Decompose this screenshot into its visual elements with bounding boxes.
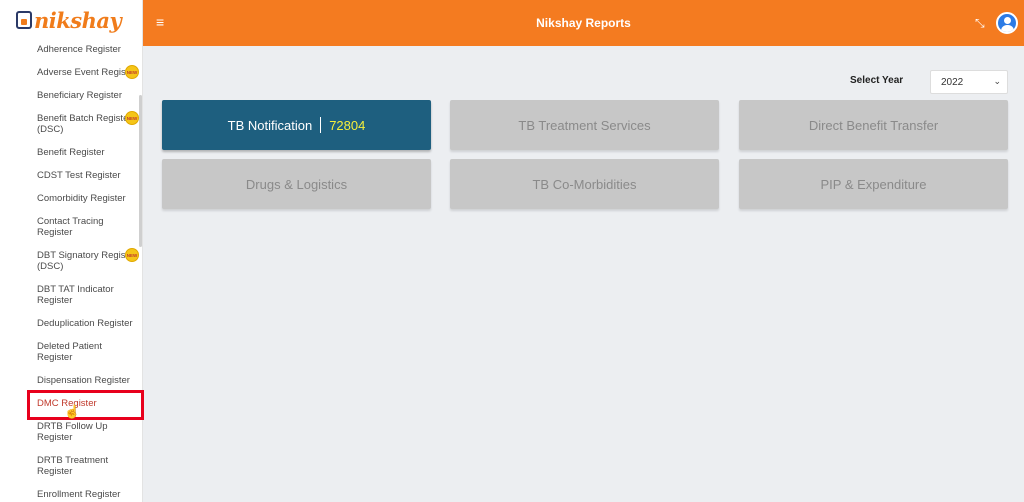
tile-tb-treatment-services[interactable]: TB Treatment Services	[450, 100, 719, 150]
sidebar-item-adverse-event-register[interactable]: Adverse Event Register	[37, 67, 137, 78]
sidebar-item-contact-tracing-register[interactable]: Contact Tracing Register	[37, 216, 137, 238]
sidebar-item-beneficiary-register[interactable]: Beneficiary Register	[37, 90, 137, 101]
hand-cursor-icon: ☝	[64, 404, 81, 419]
sidebar-item-dbt-tat-indicator-register[interactable]: DBT TAT Indicator Register	[37, 284, 137, 306]
tile-label: PIP & Expenditure	[820, 176, 927, 192]
header-bar: ≡ Nikshay Reports ⤡	[143, 0, 1024, 46]
sidebar-item-drtb-treatment-register[interactable]: DRTB Treatment Register	[37, 455, 137, 477]
tile-label: TB Co-Morbidities	[532, 176, 637, 192]
tile-label: TB Treatment Services	[518, 117, 651, 133]
sidebar-item-benefit-batch-register[interactable]: Benefit Batch Register (DSC)	[37, 113, 137, 135]
new-badge: NEW	[125, 65, 139, 79]
tile-tb-co-morbidities[interactable]: TB Co-Morbidities	[450, 159, 719, 209]
sidebar-item-enrollment-register[interactable]: Enrollment Register	[37, 489, 137, 500]
sidebar-item-dispensation-register[interactable]: Dispensation Register	[37, 375, 137, 386]
sidebar-item-benefit-register[interactable]: Benefit Register	[37, 147, 137, 158]
tile-tb-notification[interactable]: TB Notification 72804	[162, 100, 431, 150]
sidebar: nikshay Adherence Register Adverse Event…	[0, 0, 143, 502]
year-select[interactable]: 2022 ⌄	[930, 70, 1008, 94]
sidebar-item-comorbidity-register[interactable]: Comorbidity Register	[37, 193, 137, 204]
sidebar-item-adherence-register[interactable]: Adherence Register	[37, 44, 137, 55]
tile-label: TB Notification	[227, 117, 313, 133]
tile-pip-expenditure[interactable]: PIP & Expenditure	[739, 159, 1008, 209]
sidebar-item-deleted-patient-register[interactable]: Deleted Patient Register	[37, 341, 137, 363]
tile-count: 72804	[329, 117, 366, 133]
tile-label: Direct Benefit Transfer	[808, 117, 939, 133]
fullscreen-icon[interactable]: ⤡	[975, 16, 985, 31]
tile-divider	[320, 117, 322, 133]
tile-label: Drugs & Logistics	[245, 176, 348, 192]
sidebar-scrollbar[interactable]	[139, 95, 142, 247]
logo-text: nikshay	[34, 7, 122, 33]
sidebar-item-cdst-test-register[interactable]: CDST Test Register	[37, 170, 137, 181]
highlight-box	[27, 390, 144, 420]
select-year-label: Select Year	[850, 75, 904, 86]
tile-drugs-logistics[interactable]: Drugs & Logistics	[162, 159, 431, 209]
tile-direct-benefit-transfer[interactable]: Direct Benefit Transfer	[739, 100, 1008, 150]
nikshay-logo-icon	[16, 11, 32, 29]
new-badge: NEW	[125, 248, 139, 262]
nikshay-logo[interactable]: nikshay	[0, 0, 142, 40]
sidebar-item-deduplication-register[interactable]: Deduplication Register	[37, 318, 137, 329]
user-avatar-icon[interactable]	[996, 12, 1018, 34]
page-title: Nikshay Reports	[536, 16, 631, 30]
chevron-down-icon: ⌄	[993, 76, 1001, 86]
sidebar-item-dbt-signatory-register[interactable]: DBT Signatory Register (DSC)	[37, 250, 137, 272]
year-select-value: 2022	[941, 77, 964, 88]
new-badge: NEW	[125, 111, 139, 125]
sidebar-item-drtb-follow-up-register[interactable]: DRTB Follow Up Register	[37, 421, 137, 443]
